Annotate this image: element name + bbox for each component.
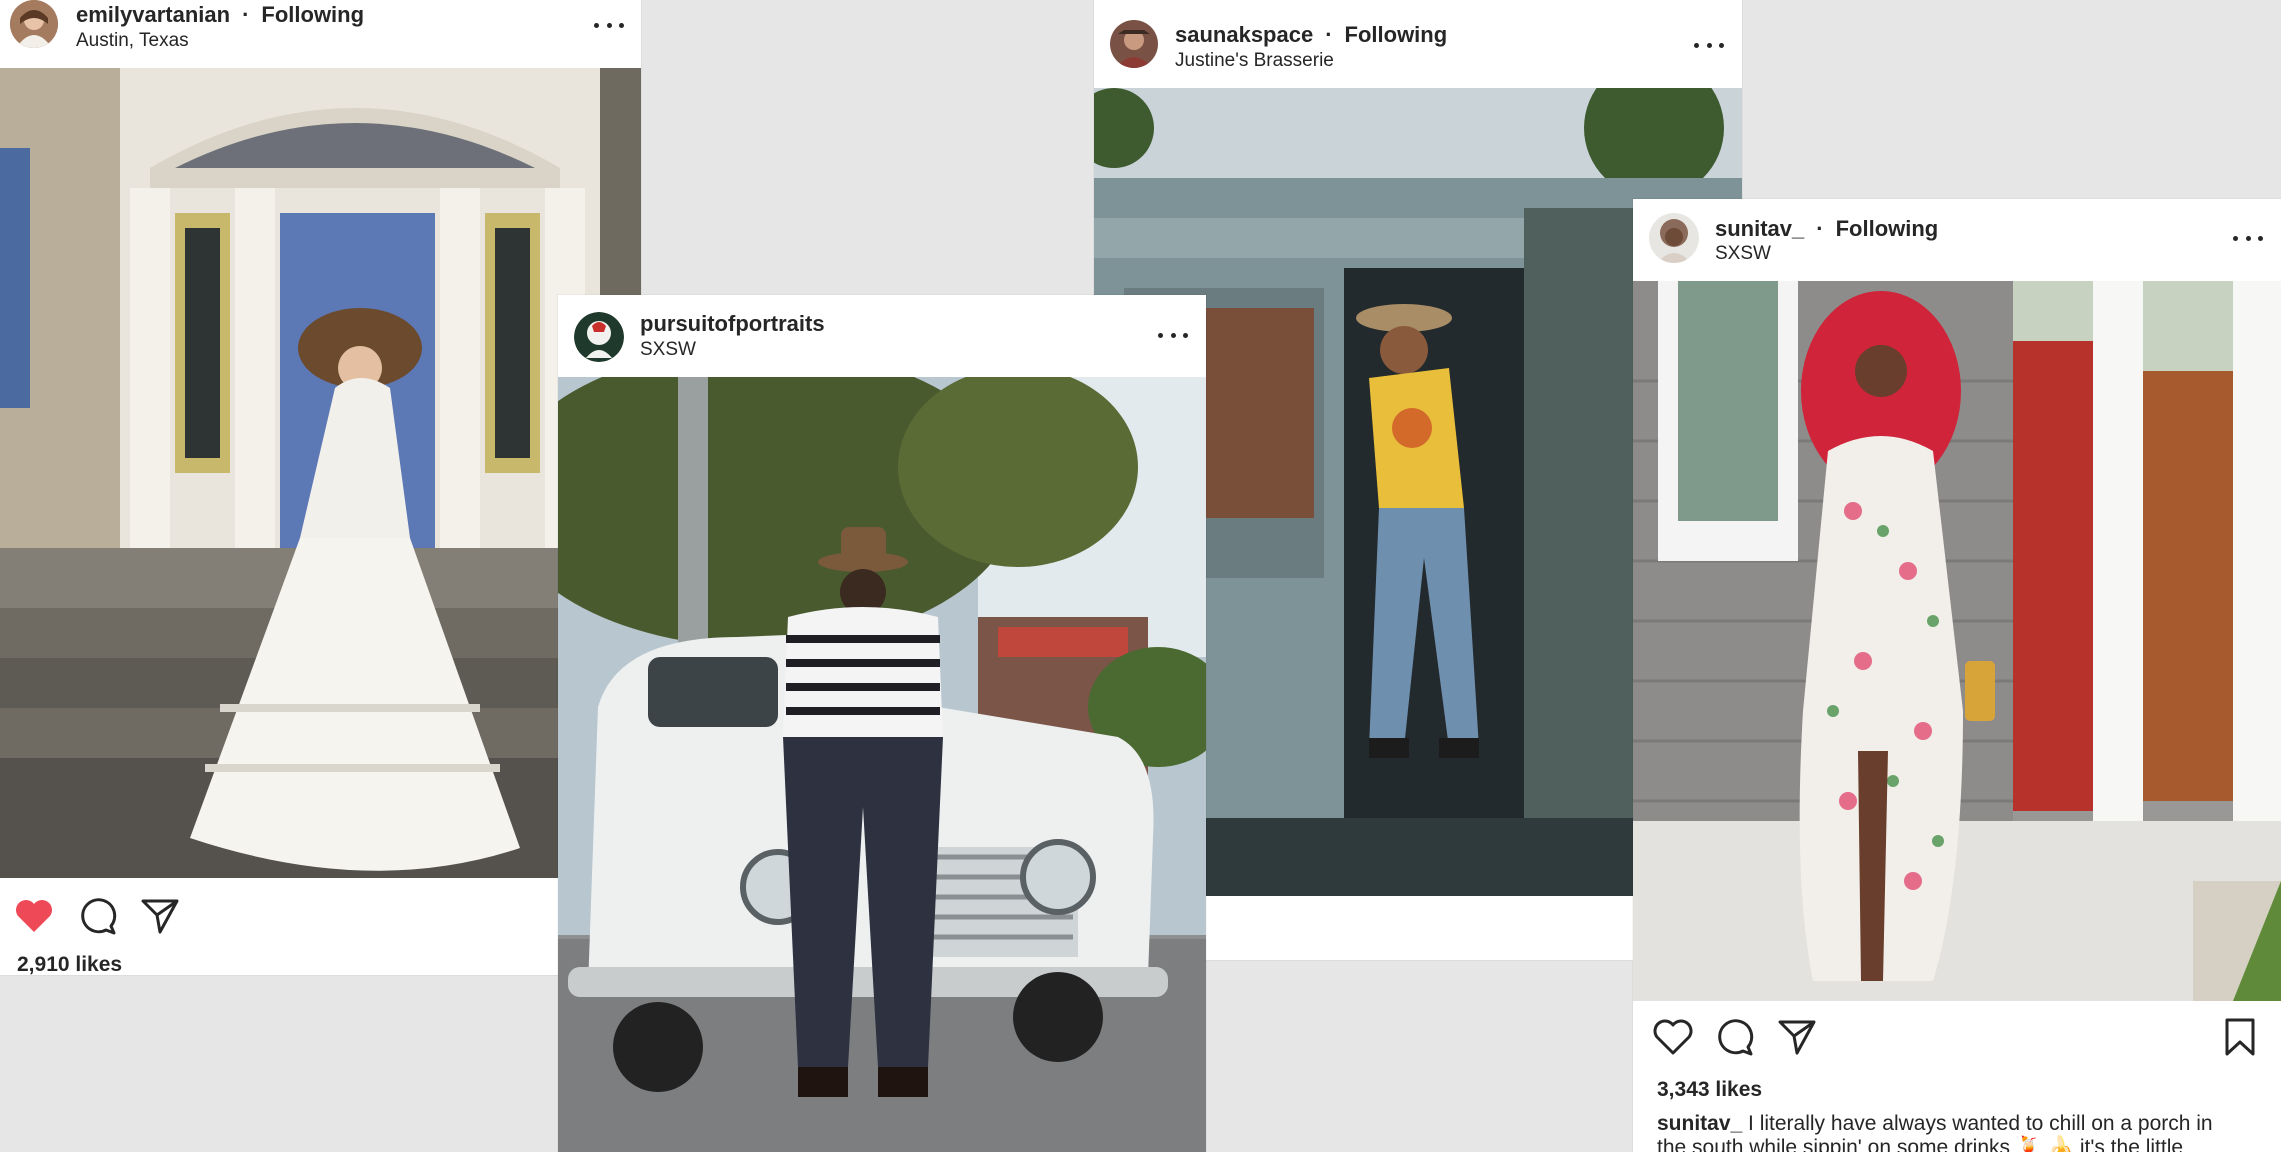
comment-icon[interactable] <box>1715 1017 1755 1062</box>
post-header: saunakspace · Following Justine's Brasseri… <box>1094 0 1742 88</box>
caption-username[interactable]: sunitav_ <box>1657 1112 1742 1135</box>
bookmark-icon[interactable] <box>2223 1017 2257 1062</box>
username-line: sunitav_ · Following <box>1715 216 1939 241</box>
post-actions: 2,910 likes <box>0 878 641 975</box>
post-photo[interactable] <box>1633 281 2281 1001</box>
likes-count[interactable]: 3,343 likes <box>1657 1078 1762 1102</box>
username-line: saunakspace · Following <box>1175 22 1448 47</box>
avatar[interactable] <box>10 0 58 48</box>
following-button[interactable]: Following <box>1345 22 1448 47</box>
more-options-icon[interactable] <box>2233 233 2263 243</box>
post-emilyvartanian: emilyvartanian·Following Austin, Texas <box>0 0 641 975</box>
heart-icon[interactable] <box>1653 1019 1693 1062</box>
likes-count[interactable]: 2,910 likes <box>17 953 122 975</box>
username-link[interactable]: sunitav_ <box>1715 216 1804 241</box>
more-options-icon[interactable] <box>1694 40 1724 50</box>
avatar[interactable] <box>574 312 624 362</box>
post-photo[interactable] <box>558 377 1206 1152</box>
more-options-icon[interactable] <box>1158 330 1188 340</box>
more-options-icon[interactable] <box>594 20 624 30</box>
username-link[interactable]: saunakspace <box>1175 22 1313 47</box>
post-actions: 3,343 likes sunitav_ I literally have al… <box>1633 1001 2281 1152</box>
caption-text: I literally have always wanted to chill … <box>1742 1112 2213 1135</box>
post-pursuitofportraits: pursuitofportraits SXSW <box>558 295 1206 1152</box>
following-button[interactable]: Following <box>1836 216 1939 241</box>
following-button[interactable]: Following <box>261 2 364 27</box>
post-photo[interactable] <box>0 68 641 878</box>
username-line: emilyvartanian · Following <box>76 2 365 27</box>
post-header: sunitav_ · Following SXSW <box>1633 199 2281 281</box>
post-sunitav: sunitav_ · Following SXSW 3,343 likes su… <box>1633 199 2281 1152</box>
avatar[interactable] <box>1649 213 1699 263</box>
share-icon[interactable] <box>1777 1017 1817 1062</box>
share-icon[interactable] <box>140 896 180 941</box>
location-link[interactable]: SXSW <box>640 339 696 361</box>
location-link[interactable]: SXSW <box>1715 243 1771 265</box>
username-link[interactable]: pursuitofportraits <box>640 311 825 337</box>
caption: sunitav_ I literally have always wanted … <box>1657 1111 2213 1137</box>
username-link[interactable]: emilyvartanian <box>76 2 230 27</box>
post-header: pursuitofportraits SXSW <box>558 295 1206 377</box>
heart-icon[interactable] <box>14 898 54 939</box>
location-link[interactable]: Austin, Texas <box>76 30 189 52</box>
caption-line-2: the south while sippin' on some drinks 🍹… <box>1657 1136 2184 1152</box>
post-header: emilyvartanian · Following Austin, Texas <box>0 0 641 68</box>
avatar[interactable] <box>1110 20 1158 68</box>
location-link[interactable]: Justine's Brasserie <box>1175 50 1334 72</box>
comment-icon[interactable] <box>78 896 118 941</box>
